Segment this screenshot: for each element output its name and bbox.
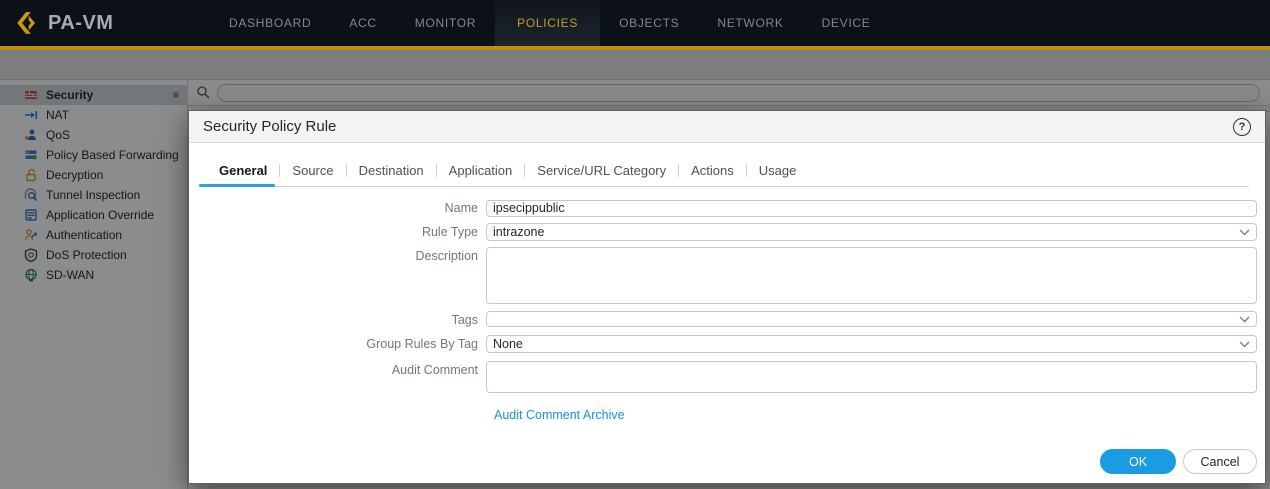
- nav-item-monitor[interactable]: MONITOR: [396, 0, 495, 46]
- brand-name: PA-VM: [48, 12, 113, 35]
- top-nav-menu: DASHBOARD ACC MONITOR POLICIES OBJECTS N…: [210, 0, 889, 46]
- nav-item-network[interactable]: NETWORK: [698, 0, 802, 46]
- group-rules-by-tag-field-label: Group Rules By Tag: [189, 335, 486, 351]
- tab-service-url-category[interactable]: Service/URL Category: [527, 158, 676, 187]
- nav-item-dashboard[interactable]: DASHBOARD: [210, 0, 330, 46]
- tab-separator: [279, 164, 280, 177]
- tab-application[interactable]: Application: [439, 158, 523, 187]
- audit-comment-archive-link[interactable]: Audit Comment Archive: [494, 408, 625, 422]
- tab-separator: [346, 164, 347, 177]
- tags-select[interactable]: [486, 311, 1257, 327]
- chevron-down-icon: [1239, 229, 1250, 236]
- dialog-tabs: General Source Destination Application S…: [209, 158, 1249, 187]
- top-navbar: PA-VM DASHBOARD ACC MONITOR POLICIES OBJ…: [0, 0, 1270, 50]
- description-textarea[interactable]: [486, 247, 1257, 304]
- ok-button[interactable]: OK: [1100, 449, 1176, 474]
- tab-general[interactable]: General: [209, 158, 277, 187]
- name-input[interactable]: [486, 200, 1257, 217]
- nav-item-policies[interactable]: POLICIES: [495, 0, 600, 46]
- tab-separator: [436, 164, 437, 177]
- security-policy-rule-dialog: Security Policy Rule ? General Source De…: [188, 110, 1266, 484]
- palo-alto-logo-icon: [14, 10, 40, 36]
- app-window: PA-VM DASHBOARD ACC MONITOR POLICIES OBJ…: [0, 0, 1270, 489]
- dialog-titlebar: Security Policy Rule ?: [189, 111, 1265, 143]
- tab-separator: [678, 164, 679, 177]
- name-field-label: Name: [189, 199, 486, 215]
- tab-usage[interactable]: Usage: [749, 158, 807, 187]
- tags-field-label: Tags: [189, 311, 486, 327]
- tab-actions[interactable]: Actions: [681, 158, 744, 187]
- cancel-button[interactable]: Cancel: [1183, 449, 1257, 474]
- dialog-footer: OK Cancel: [1100, 449, 1257, 474]
- tab-destination[interactable]: Destination: [349, 158, 434, 187]
- tab-separator: [524, 164, 525, 177]
- rule-type-select[interactable]: intrazone: [486, 223, 1257, 241]
- brand: PA-VM: [0, 0, 210, 46]
- rule-type-field-label: Rule Type: [189, 223, 486, 239]
- chevron-down-icon: [1239, 341, 1250, 348]
- audit-comment-textarea[interactable]: [486, 361, 1257, 393]
- nav-item-acc[interactable]: ACC: [330, 0, 395, 46]
- rule-type-value: intrazone: [493, 225, 544, 239]
- nav-item-device[interactable]: DEVICE: [803, 0, 890, 46]
- chevron-down-icon: [1239, 316, 1250, 323]
- help-icon[interactable]: ?: [1233, 118, 1251, 136]
- dialog-title: Security Policy Rule: [203, 118, 336, 135]
- audit-comment-field-label: Audit Comment: [189, 361, 486, 377]
- dialog-body: Name Rule Type intrazone Descrip: [189, 187, 1265, 483]
- group-rules-by-tag-value: None: [493, 337, 523, 351]
- tab-source[interactable]: Source: [282, 158, 343, 187]
- group-rules-by-tag-select[interactable]: None: [486, 335, 1257, 353]
- nav-item-objects[interactable]: OBJECTS: [600, 0, 698, 46]
- tab-separator: [746, 164, 747, 177]
- description-field-label: Description: [189, 247, 486, 263]
